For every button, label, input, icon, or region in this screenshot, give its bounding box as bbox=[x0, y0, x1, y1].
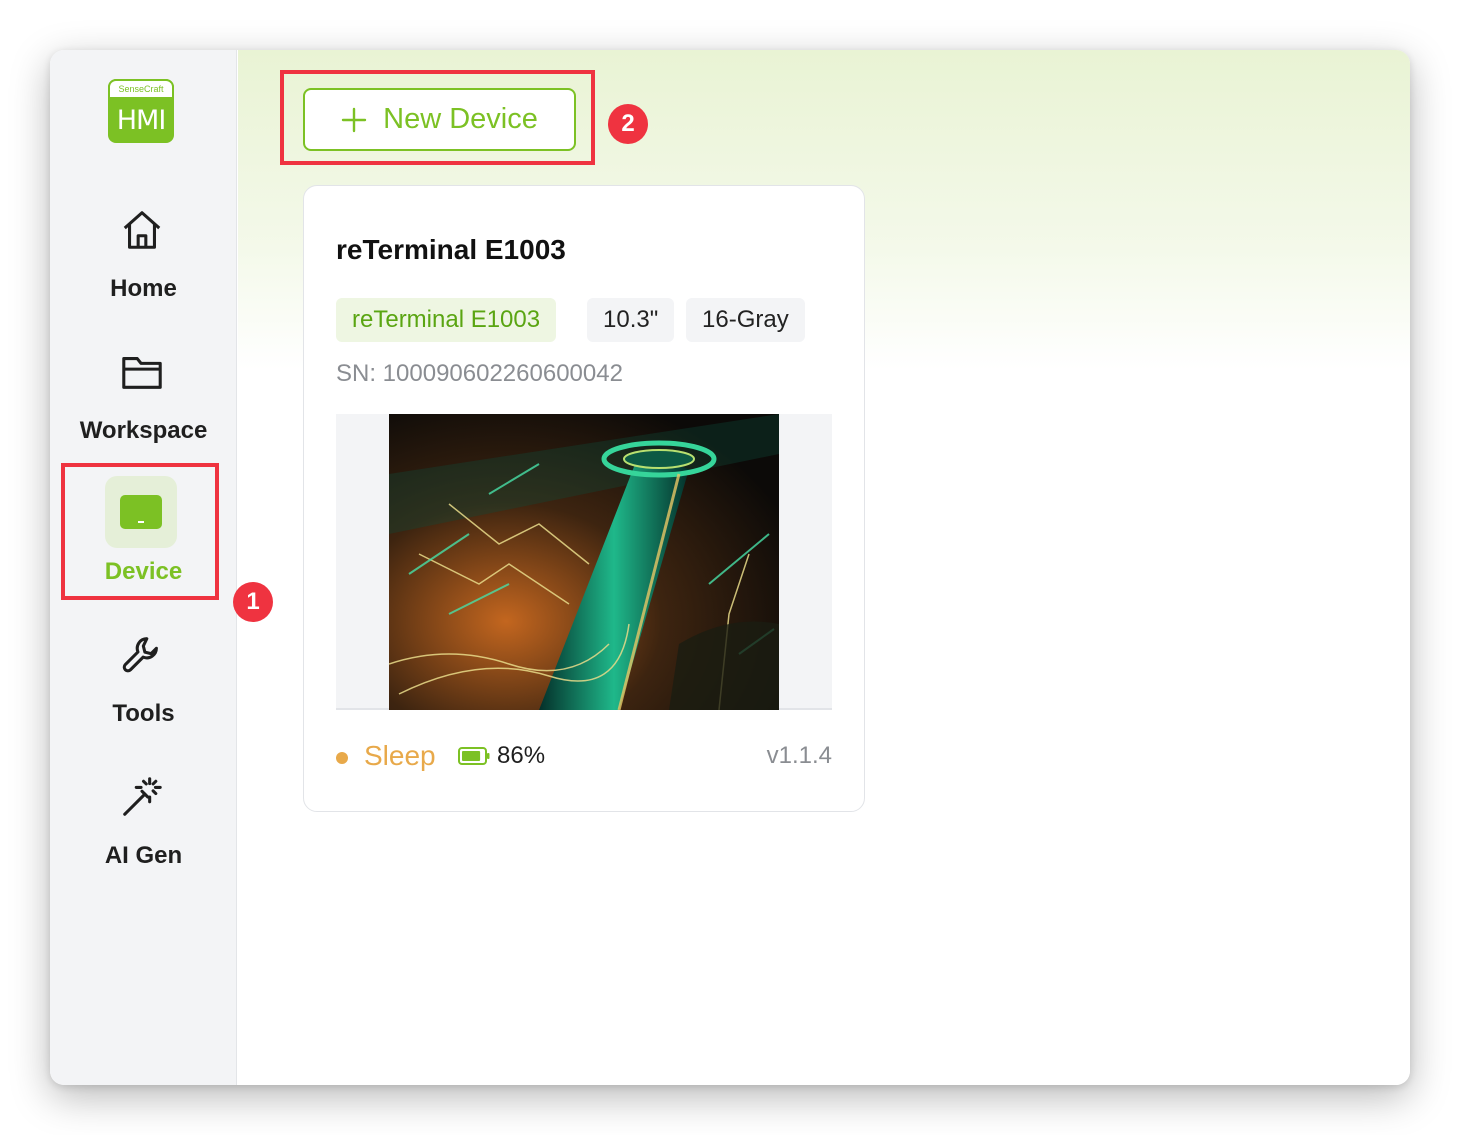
sidebar-item-home[interactable]: Home bbox=[50, 205, 237, 325]
firmware-version: v1.1.4 bbox=[766, 742, 832, 769]
sensecraft-hmi-logo[interactable]: SenseCraft HMI bbox=[108, 79, 174, 143]
battery-level: 86% bbox=[497, 742, 546, 769]
device-model-tag: reTerminal E1003 bbox=[336, 298, 557, 342]
device-card[interactable]: reTerminal E1003 reTerminal E1003 10.3" … bbox=[303, 185, 865, 812]
magic-wand-icon bbox=[117, 772, 167, 822]
home-icon bbox=[117, 205, 167, 255]
sidebar-item-label: AI Gen bbox=[104, 842, 183, 869]
battery-icon bbox=[458, 747, 490, 765]
main-content: New Device reTerminal E1003 reTerminal E… bbox=[238, 50, 1410, 1085]
color-depth-tag: 16-Gray bbox=[686, 298, 805, 342]
sidebar-item-label: Home bbox=[110, 275, 177, 302]
sidebar-item-label: Workspace bbox=[79, 417, 208, 444]
screen-size-tag: 10.3" bbox=[587, 298, 675, 342]
wrench-icon bbox=[117, 630, 167, 680]
sidebar-item-workspace[interactable]: Workspace bbox=[50, 347, 237, 467]
step-badge-2: 2 bbox=[608, 104, 648, 144]
app-window: SenseCraft HMI Home Workspace Device Too… bbox=[50, 50, 1410, 1085]
step-badge-1: 1 bbox=[233, 582, 273, 622]
logo-product: HMI bbox=[116, 105, 167, 136]
folder-icon bbox=[117, 347, 167, 397]
device-status-row: Sleep 86% v1.1.4 bbox=[336, 740, 832, 772]
status-dot bbox=[336, 752, 348, 764]
logo-brand: SenseCraft bbox=[108, 79, 174, 97]
sidebar-item-tools[interactable]: Tools bbox=[50, 630, 237, 750]
highlight-box-device bbox=[61, 463, 219, 600]
device-title: reTerminal E1003 bbox=[336, 234, 566, 265]
sidebar-item-label: Tools bbox=[112, 700, 175, 727]
sidebar-item-ai-gen[interactable]: AI Gen bbox=[50, 772, 237, 892]
preview-image bbox=[389, 414, 779, 710]
serial-number: SN: 100090602260600042 bbox=[336, 360, 623, 387]
screen-preview bbox=[336, 414, 832, 710]
device-status: Sleep bbox=[364, 740, 436, 771]
highlight-box-new-device bbox=[280, 70, 595, 165]
